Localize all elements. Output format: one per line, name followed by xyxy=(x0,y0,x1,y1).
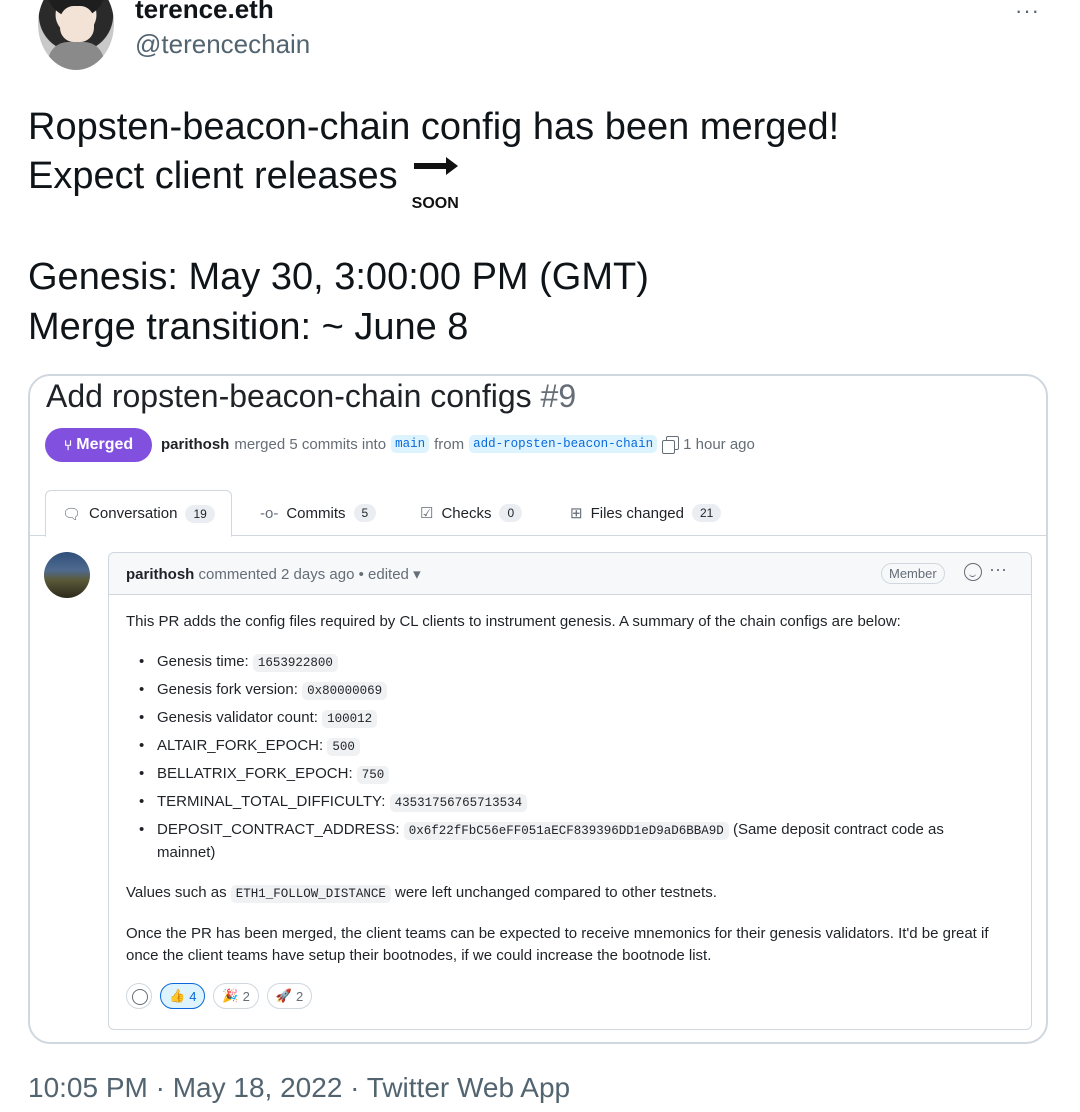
item-value: 100012 xyxy=(322,710,378,728)
tab-checks-count: 0 xyxy=(499,504,523,522)
reaction-count: 2 xyxy=(242,988,250,1004)
item-value: 0x6f22fFbC56eFF051aECF839396DD1eD9aD6BBA… xyxy=(403,822,729,840)
tab-files-changed: ⊞ Files changed 21 xyxy=(570,490,722,536)
more-options-icon[interactable]: ··· xyxy=(1015,0,1040,24)
values-code: ETH1_FOLLOW_DISTANCE xyxy=(230,885,391,903)
tab-commits-label: Commits xyxy=(286,504,346,522)
tab-conversation-count: 19 xyxy=(185,504,215,523)
comment-meta: commented 2 days ago • edited xyxy=(198,566,409,583)
checklist-icon: ☑ xyxy=(420,505,434,522)
comment-closing: Once the PR has been merged, the client … xyxy=(126,925,989,964)
pr-author: parithosh xyxy=(161,435,230,453)
tweet-line-4: Merge transition: ~ June 8 xyxy=(28,306,469,348)
copy-icon xyxy=(662,436,680,454)
merged-status-badge: ⑂ Merged xyxy=(45,428,152,462)
rocket-icon: 🚀 xyxy=(275,988,293,1003)
pr-title-text: Add ropsten-beacon-chain configs xyxy=(46,378,532,414)
list-item: Genesis time: 1653922800 xyxy=(139,651,1006,674)
config-list: Genesis time: 1653922800 Genesis fork ve… xyxy=(139,651,1006,864)
user-handle[interactable]: @terencechain xyxy=(135,29,310,60)
merge-icon: ⑂ xyxy=(63,437,73,453)
chevron-down-icon: ▾ xyxy=(413,566,421,583)
pr-title: Add ropsten-beacon-chain configs #9 xyxy=(46,378,576,415)
comment-author: parithosh xyxy=(126,566,195,583)
add-reaction-icon xyxy=(964,563,982,581)
comment-intro: This PR adds the config files required b… xyxy=(126,613,901,630)
tweet-line-2: Expect client releases SOON xyxy=(28,154,464,212)
member-badge: Member xyxy=(881,563,945,584)
tab-commits-count: 5 xyxy=(353,504,377,522)
comment-values-note: Values such as ETH1_FOLLOW_DISTANCE were… xyxy=(126,882,1006,905)
thumbs-up-icon: 👍 xyxy=(169,988,186,1003)
commit-icon: -o- xyxy=(260,504,279,522)
pr-time-ago: 1 hour ago xyxy=(683,435,755,453)
values-pre: Values such as xyxy=(126,884,227,901)
item-label: Genesis validator count: xyxy=(157,709,318,726)
tweet-line-2-text: Expect client releases xyxy=(28,155,398,197)
item-label: Genesis time: xyxy=(157,653,249,670)
reactions: 👍 4 🎉 2 🚀 2 xyxy=(126,983,313,1009)
pr-tabs: 🗨 Conversation 19 -o- Commits 5 ☑ Checks… xyxy=(30,490,1046,537)
list-item: DEPOSIT_CONTRACT_ADDRESS: 0x6f22fFbC56eF… xyxy=(139,819,1006,864)
list-item: BELLATRIX_FORK_EPOCH: 750 xyxy=(139,763,1006,786)
item-value: 0x80000069 xyxy=(302,682,388,700)
reaction-rocket: 🚀 2 xyxy=(266,983,313,1009)
pr-number: #9 xyxy=(540,378,577,414)
list-item: ALTAIR_FORK_EPOCH: 500 xyxy=(139,735,1006,758)
item-value: 43531756765713534 xyxy=(389,794,528,812)
pr-screenshot-card[interactable]: Add ropsten-beacon-chain configs #9 ⑂ Me… xyxy=(28,374,1048,1044)
soon-arrow-icon: SOON xyxy=(408,154,464,212)
display-name[interactable]: terence.eth xyxy=(135,0,274,25)
item-label: Genesis fork version: xyxy=(157,681,298,698)
list-item: TERMINAL_TOTAL_DIFFICULTY: 4353175676571… xyxy=(139,791,1006,814)
kebab-menu-icon: ··· xyxy=(989,559,1007,579)
pr-meta: parithosh merged 5 commits into main fro… xyxy=(161,435,755,454)
merged-status-label: Merged xyxy=(76,436,134,453)
tweet-line-3: Genesis: May 30, 3:00:00 PM (GMT) xyxy=(28,256,649,298)
tab-conversation: 🗨 Conversation 19 xyxy=(45,490,232,537)
head-branch: add-ropsten-beacon-chain xyxy=(469,435,658,453)
item-value: 750 xyxy=(356,766,390,784)
party-icon: 🎉 xyxy=(222,988,239,1003)
comment-author-line: parithosh commented 2 days ago • edited … xyxy=(126,565,421,583)
reaction-party: 🎉 2 xyxy=(213,983,259,1009)
tweet-timestamp[interactable]: 10:05 PM · May 18, 2022 · Twitter Web Ap… xyxy=(28,1072,570,1104)
item-value: 1653922800 xyxy=(252,654,338,672)
comment-header: parithosh commented 2 days ago • edited … xyxy=(109,553,1031,595)
tab-checks: ☑ Checks 0 xyxy=(420,490,523,536)
tab-files-count: 21 xyxy=(691,504,722,522)
list-item: Genesis fork version: 0x80000069 xyxy=(139,679,1006,702)
conversation-icon: 🗨 xyxy=(62,505,82,523)
base-branch: main xyxy=(391,435,430,453)
reaction-count: 2 xyxy=(296,988,304,1004)
comment: parithosh commented 2 days ago • edited … xyxy=(108,552,1032,1030)
comment-body: This PR adds the config files required b… xyxy=(126,611,1006,985)
item-value: 500 xyxy=(327,738,360,756)
list-item: Genesis validator count: 100012 xyxy=(139,707,1006,730)
values-post: were left unchanged compared to other te… xyxy=(395,884,717,901)
item-label: TERMINAL_TOTAL_DIFFICULTY: xyxy=(157,793,386,810)
tab-files-label: Files changed xyxy=(590,504,684,522)
tab-checks-label: Checks xyxy=(441,504,492,522)
tab-commits: -o- Commits 5 xyxy=(260,490,377,536)
item-label: ALTAIR_FORK_EPOCH: xyxy=(157,737,324,754)
avatar[interactable] xyxy=(38,0,114,70)
tab-conversation-label: Conversation xyxy=(89,505,178,522)
file-diff-icon: ⊞ xyxy=(570,505,583,522)
pr-from-text: from xyxy=(434,435,465,453)
add-reaction-button xyxy=(126,983,152,1009)
pr-merged-text: merged 5 commits into xyxy=(234,435,387,453)
tweet-line-1: Ropsten-beacon-chain config has been mer… xyxy=(28,106,840,148)
commenter-avatar xyxy=(44,552,90,598)
reaction-count: 4 xyxy=(189,988,197,1004)
soon-label: SOON xyxy=(411,195,459,212)
item-label: BELLATRIX_FORK_EPOCH: xyxy=(157,765,353,782)
item-label: DEPOSIT_CONTRACT_ADDRESS: xyxy=(157,821,400,838)
reaction-thumbs-up: 👍 4 xyxy=(160,983,206,1009)
